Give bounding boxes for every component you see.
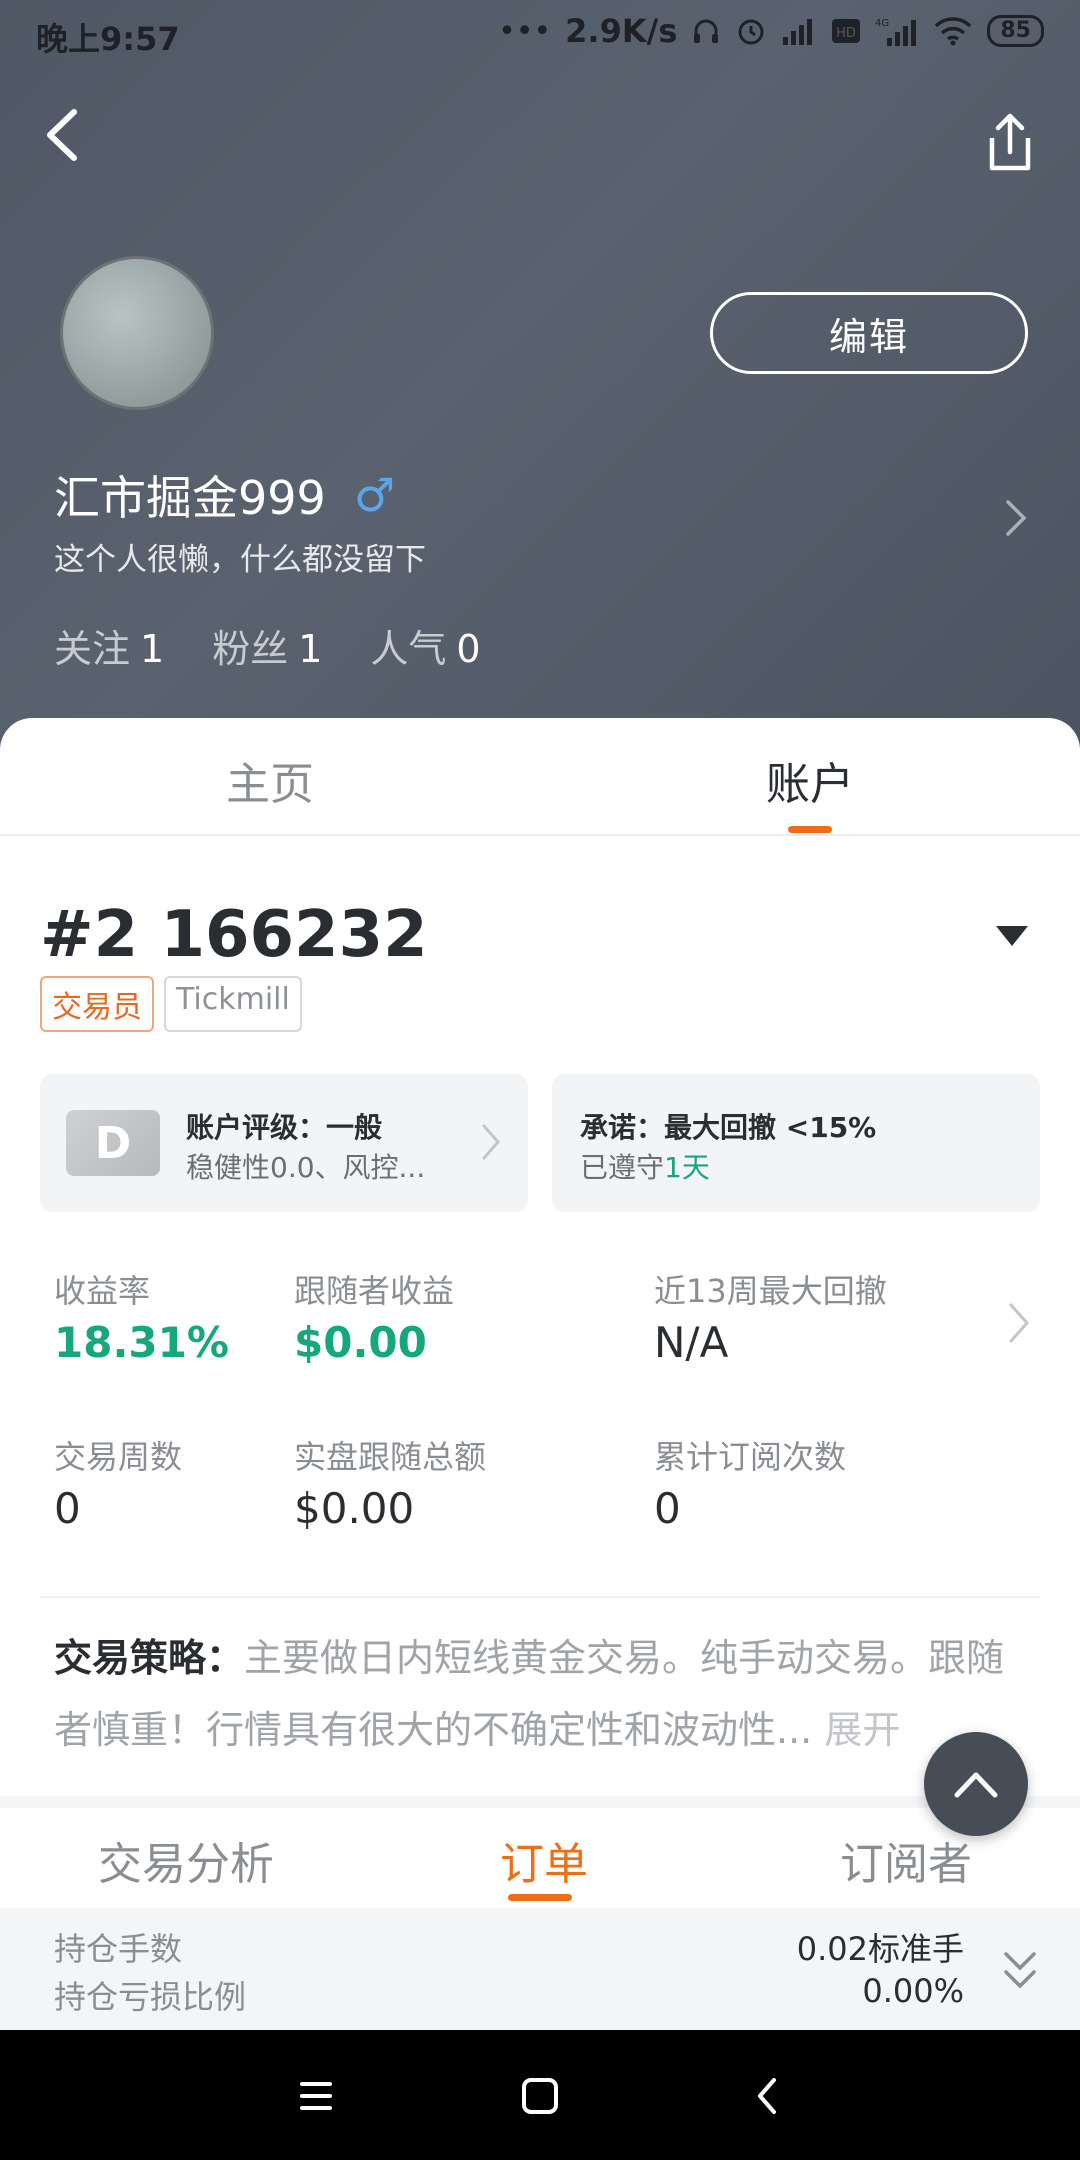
- tab-active-indicator: [788, 826, 832, 833]
- tab-subscribers[interactable]: 订阅者: [840, 1828, 972, 1892]
- chevron-up-icon: [954, 1772, 998, 1798]
- svg-text:HD: HD: [836, 26, 856, 41]
- promise-card: 承诺：最大回撤 <15% 已遵守1天: [552, 1074, 1040, 1212]
- account-badges: 交易员 Tickmill: [40, 976, 302, 1032]
- chevron-right-icon: [482, 1124, 500, 1160]
- signal-4g-icon: 4G: [875, 18, 917, 46]
- total-subscriptions-value: 0: [654, 1484, 681, 1533]
- grade-badge: D: [66, 1110, 160, 1176]
- edit-profile-button[interactable]: 编辑: [710, 292, 1028, 374]
- wifi-icon: [935, 17, 972, 46]
- tab-home[interactable]: 主页: [226, 748, 314, 812]
- chevron-right-icon[interactable]: [1000, 496, 1030, 540]
- promise-subtitle: 已遵守1天: [580, 1151, 710, 1184]
- status-icons: ••• 2.9K/s HD 4G 85: [498, 12, 1044, 50]
- position-lots-value: 0.02标准手: [796, 1930, 964, 1968]
- svg-text:4G: 4G: [875, 18, 889, 29]
- username-row[interactable]: 汇市掘金999 ♂: [54, 462, 395, 528]
- position-pl-value: 0.00%: [862, 1972, 964, 2010]
- return-rate-label: 收益率: [54, 1272, 151, 1310]
- promise-title: 承诺：最大回撤 <15%: [580, 1111, 877, 1144]
- avatar[interactable]: [60, 256, 214, 410]
- stat-popularity: 人气 0: [370, 627, 481, 671]
- order-tabs: 交易分析 订单 订阅者: [0, 1808, 1080, 1906]
- username: 汇市掘金999: [54, 471, 326, 525]
- badge-broker: Tickmill: [164, 976, 302, 1032]
- trading-strategy: 交易策略：主要做日内短线黄金交易。纯手动交易。跟随者慎重！行情具有很大的不确定性…: [54, 1622, 1014, 1766]
- signal-icon: [783, 19, 813, 45]
- more-dots-icon: •••: [498, 13, 552, 49]
- status-bar: 晚上9:57 ••• 2.9K/s HD 4G 85: [0, 0, 1080, 66]
- alarm-icon: [738, 19, 764, 45]
- max-drawdown-value: N/A: [654, 1318, 729, 1367]
- male-icon: ♂: [353, 468, 396, 522]
- position-lots-label: 持仓手数: [54, 1930, 183, 1968]
- tab-account[interactable]: 账户: [766, 748, 854, 812]
- chevron-right-icon[interactable]: [1006, 1300, 1032, 1346]
- share-icon[interactable]: [980, 108, 1040, 178]
- total-subscriptions-label: 累计订阅次数: [654, 1438, 847, 1476]
- follower-profit-value: $0.00: [294, 1318, 427, 1367]
- status-time: 晚上9:57: [36, 20, 180, 58]
- double-chevron-down-icon[interactable]: [1000, 1946, 1040, 1996]
- back-nav-icon[interactable]: [742, 2070, 794, 2122]
- menu-icon[interactable]: [290, 2070, 342, 2122]
- dropdown-triangle-icon[interactable]: [994, 924, 1030, 948]
- rating-title: 账户评级：一般: [186, 1111, 383, 1144]
- badge-trader: 交易员: [40, 976, 154, 1032]
- follower-profit-label: 跟随者收益: [294, 1272, 455, 1310]
- live-follow-total-value: $0.00: [294, 1484, 415, 1533]
- battery-indicator: 85: [987, 15, 1044, 47]
- content-card: 主页 账户 #2 166232 交易员 Tickmill D 账户评级：一般 稳…: [0, 718, 1080, 2030]
- home-icon[interactable]: [514, 2070, 566, 2122]
- position-summary[interactable]: 持仓手数 0.02标准手 持仓亏损比例 0.00%: [0, 1908, 1080, 2030]
- strategy-label: 交易策略：: [54, 1636, 245, 1680]
- stat-following[interactable]: 关注 1: [54, 618, 164, 673]
- top-tabs: 主页 账户: [0, 718, 1080, 836]
- headphones-icon: [694, 19, 719, 43]
- account-id: #2 166232: [40, 898, 428, 972]
- system-nav-bar: [0, 2030, 1080, 2160]
- max-drawdown-label: 近13周最大回撤: [654, 1272, 887, 1310]
- scroll-to-top-button[interactable]: [924, 1732, 1028, 1836]
- rating-subtitle: 稳健性0.0、风控...: [186, 1151, 426, 1184]
- stat-followers[interactable]: 粉丝 1: [212, 618, 322, 673]
- back-icon[interactable]: [34, 100, 94, 170]
- return-rate-value: 18.31%: [54, 1318, 229, 1367]
- section-separator: [0, 1796, 1080, 1808]
- network-speed: 2.9K/s: [565, 12, 678, 50]
- trading-weeks-label: 交易周数: [54, 1438, 183, 1476]
- position-pl-label: 持仓亏损比例: [54, 1978, 247, 2016]
- strategy-expand-link[interactable]: 展开: [824, 1708, 900, 1752]
- tab-active-indicator: [508, 1894, 572, 1901]
- tab-orders[interactable]: 订单: [500, 1828, 588, 1892]
- divider: [40, 1596, 1040, 1598]
- account-rating-card[interactable]: D 账户评级：一般 稳健性0.0、风控...: [40, 1074, 528, 1212]
- profile-stats: 关注 1 粉丝 1 人气 0: [54, 618, 481, 673]
- live-follow-total-label: 实盘跟随总额: [294, 1438, 487, 1476]
- profile-header: 晚上9:57 ••• 2.9K/s HD 4G 85 编辑 汇市掘金999 ♂ …: [0, 0, 1080, 760]
- bio-text: 这个人很懒，什么都没留下: [54, 542, 426, 578]
- hd-icon: HD: [832, 19, 861, 43]
- tab-trade-analysis[interactable]: 交易分析: [98, 1828, 274, 1892]
- trading-weeks-value: 0: [54, 1484, 81, 1533]
